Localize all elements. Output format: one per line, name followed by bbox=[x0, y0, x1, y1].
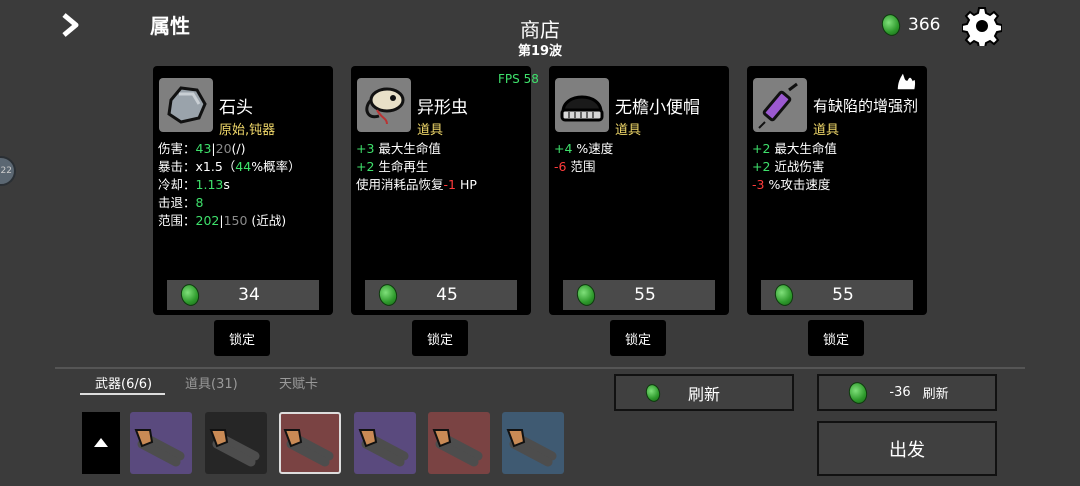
material-coin-icon bbox=[643, 381, 663, 404]
price-value: 34 bbox=[238, 285, 260, 305]
weapon-slot[interactable] bbox=[130, 412, 192, 474]
syringe-icon bbox=[753, 78, 807, 132]
weapon-slot[interactable] bbox=[205, 412, 267, 474]
cooldown-value: 1.13 bbox=[195, 177, 224, 192]
crit-mult: x1.5（ bbox=[195, 159, 236, 174]
stat-value: -3 bbox=[752, 177, 765, 192]
stat-unit: HP bbox=[455, 177, 477, 192]
card-type: 道具 bbox=[417, 123, 444, 138]
stat-label: 最大生命值 bbox=[770, 141, 837, 156]
card-stats: +2 最大生命值 +2 近战伤害 -3 %攻击速度 bbox=[752, 140, 837, 194]
card-name: 无檐小便帽 bbox=[615, 98, 700, 118]
card-name: 有缺陷的增强剂 bbox=[813, 97, 919, 115]
crit-chance: 44 bbox=[235, 159, 252, 174]
range-label: 范围： bbox=[158, 213, 196, 228]
expand-up-button[interactable] bbox=[82, 412, 120, 474]
weapon-slot[interactable] bbox=[428, 412, 490, 474]
tab-underline bbox=[80, 393, 165, 395]
card-stats: +3 最大生命值 +2 生命再生 使用消耗品恢复-1 HP bbox=[356, 140, 477, 194]
tab-items[interactable]: 道具(31) bbox=[185, 373, 238, 392]
money-display: 366 bbox=[879, 12, 941, 38]
crit-label: 暴击： bbox=[158, 159, 196, 174]
card-stats: +4 %速度 -6 范围 bbox=[554, 140, 613, 176]
chevron-right-icon[interactable] bbox=[58, 12, 84, 38]
stone-icon bbox=[159, 78, 213, 132]
tab-weapons[interactable]: 武器(6/6) bbox=[95, 373, 152, 392]
material-coin-icon bbox=[846, 379, 870, 406]
refresh-button[interactable]: 刷新 bbox=[614, 374, 794, 411]
range-base: 150 bbox=[223, 213, 248, 228]
cooldown-unit: s bbox=[223, 177, 230, 192]
range-tail: (近战) bbox=[247, 213, 287, 228]
stat-value: -6 bbox=[554, 159, 567, 174]
weapon-slot[interactable] bbox=[354, 412, 416, 474]
stat-label: %速度 bbox=[572, 141, 614, 156]
buy-button[interactable]: 45 bbox=[365, 280, 517, 310]
beanie-icon bbox=[555, 78, 609, 132]
price-value: 55 bbox=[634, 285, 656, 305]
cooldown-label: 冷却： bbox=[158, 177, 196, 192]
gear-icon[interactable] bbox=[962, 6, 1002, 46]
stat-label: 范围 bbox=[566, 159, 596, 174]
range-value: 202 bbox=[195, 213, 220, 228]
damage-scaling: (∕) bbox=[231, 141, 246, 156]
card-name: 异形虫 bbox=[417, 98, 468, 118]
price-value: 55 bbox=[832, 285, 854, 305]
damage-value: 43 bbox=[195, 141, 212, 156]
damage-base: 20 bbox=[215, 141, 232, 156]
lock-button[interactable]: 锁定 bbox=[610, 320, 666, 356]
card-name: 石头 bbox=[219, 98, 253, 118]
card-stats: 伤害：43|20(∕) 暴击：x1.5（44%概率） 冷却：1.13s 击退：8… bbox=[158, 140, 301, 230]
card-type: 原始,钝器 bbox=[219, 123, 276, 138]
hand-icon bbox=[896, 70, 917, 91]
divider bbox=[55, 367, 1025, 369]
refresh-cost: -36 bbox=[889, 385, 911, 400]
refresh-small-label: 刷新 bbox=[922, 387, 949, 402]
alien-worm-icon bbox=[357, 78, 411, 132]
buy-button[interactable]: 34 bbox=[167, 280, 319, 310]
lock-button[interactable]: 锁定 bbox=[214, 320, 270, 356]
shop-card-alien-worm[interactable]: 异形虫 道具 +3 最大生命值 +2 生命再生 使用消耗品恢复-1 HP 45 bbox=[351, 66, 531, 315]
go-button[interactable]: 出发 bbox=[817, 421, 997, 476]
money-value: 366 bbox=[908, 15, 941, 35]
knockback-value: 8 bbox=[195, 195, 204, 210]
stat-value: +3 bbox=[356, 141, 375, 156]
damage-label: 伤害： bbox=[158, 141, 196, 156]
stat-label: 近战伤害 bbox=[770, 159, 825, 174]
stat-label: 生命再生 bbox=[374, 159, 429, 174]
stat-value: +4 bbox=[554, 141, 573, 156]
lock-button[interactable]: 锁定 bbox=[412, 320, 468, 356]
material-coin-icon bbox=[879, 12, 903, 38]
side-badge[interactable]: 22 bbox=[0, 156, 16, 186]
lock-button[interactable]: 锁定 bbox=[808, 320, 864, 356]
shop-card-faulty-booster[interactable]: 有缺陷的增强剂 道具 +2 最大生命值 +2 近战伤害 -3 %攻击速度 55 bbox=[747, 66, 927, 315]
tab-talents[interactable]: 天赋卡 bbox=[279, 373, 318, 392]
refresh-cost-button[interactable]: -36 刷新 bbox=[817, 374, 997, 411]
shop-card-stone[interactable]: 石头 原始,钝器 伤害：43|20(∕) 暴击：x1.5（44%概率） 冷却：1… bbox=[153, 66, 333, 315]
wave-label: 第19波 bbox=[517, 44, 563, 59]
weapon-slot[interactable] bbox=[502, 412, 564, 474]
card-type: 道具 bbox=[813, 123, 840, 138]
crit-tail: %概率） bbox=[251, 159, 301, 174]
stat-label: 最大生命值 bbox=[374, 141, 441, 156]
stat-value: +2 bbox=[752, 159, 771, 174]
shotgun-icons bbox=[134, 412, 566, 467]
knockback-label: 击退： bbox=[158, 195, 196, 210]
price-value: 45 bbox=[436, 285, 458, 305]
buy-button[interactable]: 55 bbox=[563, 280, 715, 310]
stat-label: 使用消耗品恢复 bbox=[356, 177, 444, 192]
fps-counter: FPS 58 bbox=[498, 72, 539, 86]
weapon-slot-selected[interactable] bbox=[279, 412, 341, 474]
stat-value: +2 bbox=[356, 159, 375, 174]
stat-value: +2 bbox=[752, 141, 771, 156]
buy-button[interactable]: 55 bbox=[761, 280, 913, 310]
stat-label: %攻击速度 bbox=[764, 177, 831, 192]
attributes-tab[interactable]: 属性 bbox=[150, 10, 190, 39]
page-title: 商店 bbox=[520, 18, 560, 42]
stat-value: -1 bbox=[443, 177, 456, 192]
refresh-label: 刷新 bbox=[687, 384, 720, 404]
card-type: 道具 bbox=[615, 123, 642, 138]
shop-card-beanie[interactable]: 无檐小便帽 道具 +4 %速度 -6 范围 55 bbox=[549, 66, 729, 315]
